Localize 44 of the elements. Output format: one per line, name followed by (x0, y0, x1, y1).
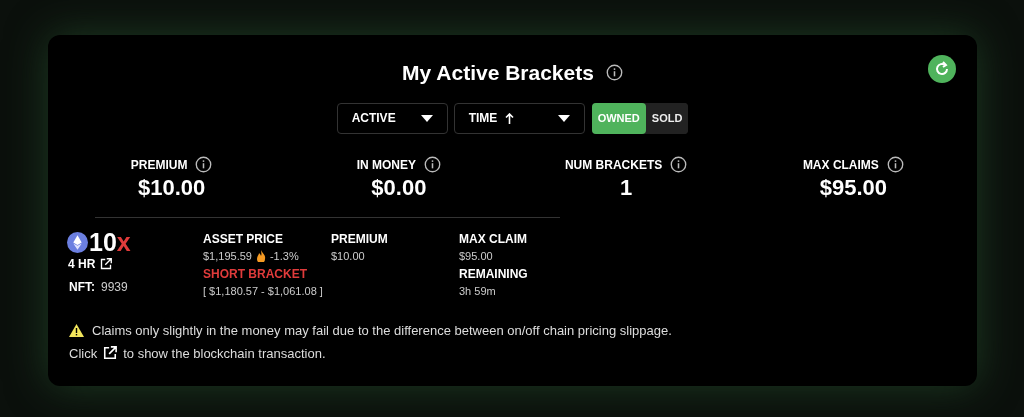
premium-label: PREMIUM (331, 231, 389, 248)
info-icon[interactable] (670, 156, 688, 173)
nft-value: 9939 (101, 279, 128, 296)
arrow-up-icon (505, 112, 515, 124)
flame-icon (255, 250, 266, 263)
stat-label: IN MONEY (356, 156, 417, 174)
leverage-label: 10x (89, 230, 131, 255)
ethereum-icon (67, 232, 88, 253)
info-icon[interactable] (886, 156, 904, 173)
asset-price-value: $1,195.59 (203, 249, 252, 264)
hint-text: to show the blockchain transaction. (123, 344, 326, 363)
info-icon[interactable] (195, 156, 213, 173)
stat-value: $10.00 (137, 173, 206, 201)
stat-value: $0.00 (371, 173, 427, 201)
warning-text: Claims only slightly in the money may fail due to the difference between on/off chain pricing slippage. (92, 322, 672, 340)
remaining-label: REMAINING (459, 265, 528, 283)
asset-price-label: ASSET PRICE (203, 231, 284, 248)
info-icon[interactable] (605, 64, 623, 82)
refresh-icon (934, 61, 950, 77)
premium-value: $10.00 (331, 249, 366, 264)
bracket-range: [ $1,180.57 - $1,061.08 ] (203, 283, 324, 299)
stat-label: NUM BRACKETS (564, 156, 663, 174)
click-text: Click (69, 344, 98, 363)
sort-dropdown[interactable]: TIME (453, 102, 585, 134)
stat-value: 1 (620, 173, 633, 201)
caret-icon (557, 114, 570, 122)
info-icon[interactable] (424, 156, 442, 173)
bracket-side: SHORT BRACKET (203, 265, 308, 283)
max-claim-value: $95.00 (459, 249, 494, 264)
max-claim-label: MAX CLAIM (459, 231, 528, 248)
nft-label: NFT: (69, 279, 95, 296)
stat-label: PREMIUM (130, 156, 188, 174)
price-change: -1.3% (269, 249, 299, 264)
status-dropdown[interactable]: ACTIVE (336, 102, 448, 134)
warning-icon (69, 324, 84, 338)
remaining-value: 3h 59m (459, 283, 497, 299)
page-title: My Active Brackets (402, 60, 594, 86)
duration-label: 4 HR (68, 256, 96, 273)
refresh-button[interactable] (928, 55, 956, 83)
caret-icon (420, 114, 433, 122)
external-link-icon[interactable] (103, 346, 118, 361)
stat-value: $95.00 (819, 173, 887, 201)
stat-label: MAX CLAIMS (802, 156, 879, 174)
external-link-icon[interactable] (100, 258, 113, 270)
